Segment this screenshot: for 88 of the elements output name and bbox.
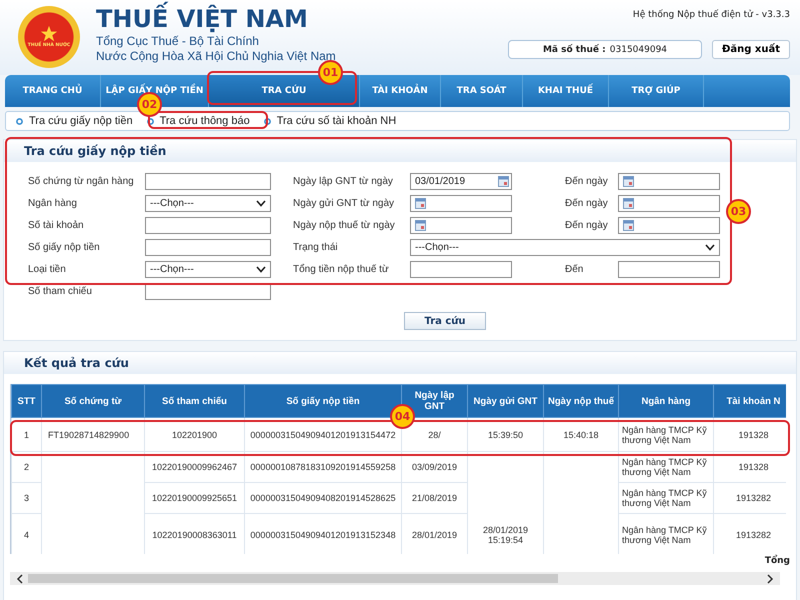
nav-tab[interactable]: TRA SOÁT [441, 75, 523, 107]
date-field[interactable] [410, 217, 512, 234]
sub-nav-link[interactable]: Tra cứu số tài khoản NH [264, 115, 396, 127]
dropdown[interactable]: ---Chọn--- [410, 239, 720, 256]
field-label: Đến ngày [564, 198, 609, 209]
chevron-down-icon [256, 266, 266, 273]
input-field[interactable] [618, 261, 720, 278]
table-cell: Ngân hàng TMCP Kỹ thương Việt Nam [618, 418, 714, 452]
table-cell: 4 [12, 514, 42, 554]
field-label: Đến ngày [564, 220, 609, 231]
column-header: Tài khoản N [714, 384, 786, 418]
table-cell: 15:39:50 [468, 418, 544, 452]
calendar-icon[interactable] [415, 220, 426, 231]
field-label: Ngày gửi GNT từ ngày [292, 198, 396, 209]
scroll-left-icon[interactable] [16, 574, 24, 584]
table-cell: 21/08/2019 [402, 482, 468, 514]
table-cell: 3 [12, 482, 42, 514]
field-label: Loại tiền [28, 264, 67, 275]
input-field[interactable] [145, 239, 271, 256]
panel-title: Kết quả tra cứu [4, 352, 796, 374]
nav-tab[interactable]: KHAI THUẾ [523, 75, 609, 107]
input-field[interactable] [410, 261, 512, 278]
scroll-right-icon[interactable] [766, 574, 774, 584]
table-cell: 10220190009925651 [144, 482, 244, 514]
field-label: Trạng thái [292, 242, 339, 253]
system-version: Hệ thống Nộp thuế điện tử - v3.3.3 [632, 10, 790, 20]
calendar-icon[interactable] [623, 176, 634, 187]
horizontal-scrollbar[interactable] [10, 572, 780, 585]
table-cell: FT19028714829900 [42, 418, 144, 452]
field-label: Số tham chiếu [28, 286, 93, 297]
bullet-icon [146, 118, 154, 124]
nav-tab[interactable]: TRỢ GIÚP [609, 75, 704, 107]
tax-id-value: 0315049094 [610, 44, 668, 54]
field-label: Đến ngày [564, 176, 609, 187]
field-label: Số tài khoản [28, 220, 85, 231]
bullet-icon [264, 118, 271, 124]
table-cell: Ngân hàng TMCP Kỹ thương Việt Nam [618, 482, 714, 514]
column-header: Ngày nộp thuế [544, 384, 618, 418]
sub-nav-link[interactable]: Tra cứu thông báo [146, 115, 250, 127]
bullet-icon [16, 118, 23, 124]
site-subtitle: Tổng Cục Thuế - Bộ Tài Chính [96, 34, 260, 49]
field-label: Tổng tiền nộp thuế từ [292, 264, 390, 275]
nav-tab[interactable]: TÀI KHOẢN [360, 75, 441, 107]
table-cell: 03/09/2019 [402, 452, 468, 482]
field-label: Đến [564, 264, 584, 275]
table-cell: 102201900 [144, 418, 244, 452]
table-cell: 1 [12, 418, 42, 452]
calendar-icon[interactable] [623, 198, 634, 209]
input-field[interactable] [145, 217, 271, 234]
table-cell: Ngân hàng TMCP Kỹ thương Việt Nam [618, 452, 714, 482]
calendar-icon[interactable] [623, 220, 634, 231]
table-cell: 10220190009962467 [144, 452, 244, 482]
dropdown[interactable]: ---Chọn--- [145, 195, 271, 212]
date-field[interactable]: 03/01/2019 [410, 173, 512, 190]
nav-tab[interactable]: TRANG CHỦ [5, 75, 101, 107]
calendar-icon[interactable] [498, 176, 509, 187]
date-field[interactable] [618, 195, 720, 212]
table-cell: 00000031504909408201914528625 [244, 482, 402, 514]
input-field[interactable] [145, 173, 271, 190]
column-header: Số tham chiếu [144, 384, 244, 418]
total-label: Tổng [764, 556, 790, 566]
chevron-down-icon [256, 200, 266, 207]
field-label: Số giấy nộp tiền [28, 242, 101, 253]
calendar-icon[interactable] [415, 198, 426, 209]
panel-title: Tra cứu giấy nộp tiền [4, 140, 796, 162]
date-field[interactable] [618, 217, 720, 234]
field-label: Số chứng từ ngân hàng [28, 176, 135, 187]
field-label: Ngân hàng [28, 198, 78, 209]
table-cell: 00000010878183109201914559258 [244, 452, 402, 482]
column-header: Ngân hàng [618, 384, 714, 418]
column-header: Số chứng từ [42, 384, 144, 418]
dropdown[interactable]: ---Chọn--- [145, 261, 271, 278]
field-label: Ngày lập GNT từ ngày [292, 176, 394, 187]
date-field[interactable] [618, 173, 720, 190]
search-button[interactable]: Tra cứu [404, 312, 486, 330]
chevron-down-icon [705, 244, 715, 251]
tax-id-label: Mã số thuế : [542, 44, 606, 54]
table-cell: 2 [12, 452, 42, 482]
column-header: Ngày gửi GNT [468, 384, 544, 418]
star-icon [40, 25, 58, 43]
site-title: THUẾ VIỆT NAM [96, 4, 336, 34]
nav-tab[interactable]: TRA CỨU [209, 75, 360, 107]
logout-button[interactable]: Đăng xuất [712, 40, 790, 59]
date-field[interactable] [410, 195, 512, 212]
table-cell: 15:40:18 [544, 418, 618, 452]
sub-nav-link[interactable]: Tra cứu giấy nộp tiền [16, 115, 133, 127]
field-label: Ngày nộp thuế từ ngày [292, 220, 396, 231]
column-header: STT [12, 384, 42, 418]
